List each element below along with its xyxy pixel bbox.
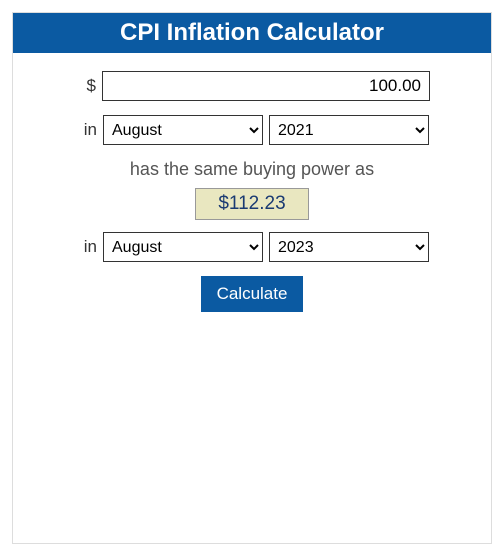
calculate-button[interactable]: Calculate <box>201 276 304 312</box>
cpi-calculator: CPI Inflation Calculator $ in August 202… <box>12 12 492 544</box>
to-year-select[interactable]: 2023 <box>269 232 429 262</box>
amount-input[interactable] <box>102 71 430 101</box>
from-year-select[interactable]: 2021 <box>269 115 429 145</box>
from-prefix: in <box>75 120 97 140</box>
from-date-row: in August 2021 <box>33 115 471 145</box>
currency-symbol: $ <box>74 76 96 96</box>
page-title: CPI Inflation Calculator <box>13 13 491 53</box>
result-value: $112.23 <box>195 188 308 220</box>
calculator-body: $ in August 2021 has the same buying pow… <box>13 53 491 543</box>
to-date-row: in August 2023 <box>33 232 471 262</box>
buying-power-label: has the same buying power as <box>33 159 471 180</box>
to-month-select[interactable]: August <box>103 232 263 262</box>
from-month-select[interactable]: August <box>103 115 263 145</box>
amount-row: $ <box>33 71 471 101</box>
calculate-row: Calculate <box>33 276 471 312</box>
to-prefix: in <box>75 237 97 257</box>
result-row: $112.23 <box>33 188 471 220</box>
